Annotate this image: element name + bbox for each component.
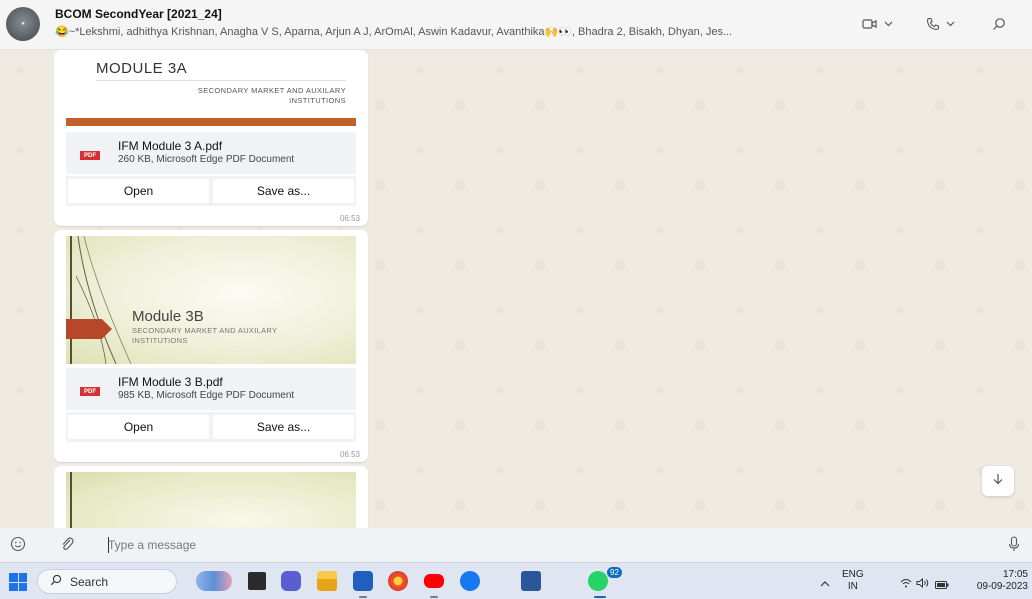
- preview-subtitle: SECONDARY MARKET AND AUXILARY INSTITUTIO…: [132, 326, 278, 345]
- taskbar-search[interactable]: Search: [37, 569, 177, 594]
- scroll-to-bottom-button[interactable]: [982, 466, 1014, 496]
- message-input[interactable]: [100, 531, 970, 559]
- message-time: 06:53: [339, 450, 360, 459]
- preview-line: [70, 472, 72, 532]
- open-button[interactable]: Open: [68, 179, 209, 203]
- preview-title: Module 3B: [132, 308, 204, 325]
- preview-divider: [96, 80, 346, 81]
- document-message[interactable]: MODULE 3A SECONDARY MARKET AND AUXILARY …: [54, 50, 368, 226]
- group-avatar[interactable]: ●: [6, 7, 40, 41]
- document-message[interactable]: Module 3B SECONDARY MARKET AND AUXILARY …: [54, 230, 368, 462]
- preview-line: [70, 236, 72, 364]
- message-composer: [0, 528, 1032, 562]
- message-time: 06:53: [339, 214, 360, 223]
- search-label: Search: [70, 574, 109, 589]
- volume-icon[interactable]: [916, 575, 930, 593]
- save-as-button[interactable]: Save as...: [213, 415, 354, 439]
- task-view-icon[interactable]: [248, 572, 266, 590]
- preview-title: MODULE 3A: [96, 60, 188, 77]
- open-button[interactable]: Open: [68, 415, 209, 439]
- widgets-icon[interactable]: [196, 571, 232, 591]
- file-info[interactable]: PDF IFM Module 3 B.pdf 985 KB, Microsoft…: [66, 368, 356, 410]
- language-indicator[interactable]: ENG IN: [842, 569, 864, 593]
- taskbar: Search 92 ENG IN 17:05 09-09-2023: [0, 562, 1032, 599]
- whatsapp-window: ● BCOM SecondYear [2021_24] 😂~*Lekshmi, …: [0, 0, 1032, 562]
- facebook-icon[interactable]: [460, 571, 480, 591]
- start-button[interactable]: [9, 573, 27, 591]
- chevron-up-icon[interactable]: [820, 575, 830, 593]
- word-icon[interactable]: [521, 571, 541, 591]
- youtube-icon[interactable]: [424, 574, 444, 588]
- file-name: IFM Module 3 B.pdf: [118, 375, 223, 389]
- file-explorer-icon[interactable]: [317, 571, 337, 591]
- document-preview[interactable]: [66, 472, 356, 532]
- clock-time: 17:05: [1002, 569, 1028, 580]
- file-actions: Open Save as...: [66, 412, 356, 442]
- preview-subtitle: SECONDARY MARKET AND AUXILARY INSTITUTIO…: [197, 86, 346, 105]
- emoji-icon[interactable]: [10, 536, 26, 557]
- chat-header[interactable]: ● BCOM SecondYear [2021_24] 😂~*Lekshmi, …: [0, 0, 1032, 50]
- teams-chat-icon[interactable]: [281, 571, 301, 591]
- video-call-icon: [862, 18, 878, 30]
- wifi-icon[interactable]: [900, 575, 912, 593]
- language: ENG: [842, 569, 864, 580]
- file-actions: Open Save as...: [66, 176, 356, 206]
- active-indicator: [430, 596, 438, 598]
- video-call-button[interactable]: [862, 12, 893, 36]
- text-caret: [108, 537, 109, 553]
- store-icon[interactable]: [353, 571, 373, 591]
- save-as-button[interactable]: Save as...: [213, 179, 354, 203]
- document-message[interactable]: [54, 466, 368, 532]
- battery-icon[interactable]: [935, 576, 949, 594]
- clock[interactable]: 17:05 09-09-2023: [958, 569, 1028, 593]
- chrome-icon[interactable]: [388, 571, 408, 591]
- voice-call-button[interactable]: [926, 12, 955, 36]
- notification-badge: 92: [607, 567, 622, 578]
- file-meta: 260 KB, Microsoft Edge PDF Document: [118, 154, 295, 165]
- active-indicator: [359, 596, 367, 598]
- preview-decoration: [76, 236, 132, 364]
- file-info[interactable]: PDF IFM Module 3 A.pdf 260 KB, Microsoft…: [66, 132, 356, 174]
- voice-call-icon: [926, 17, 940, 31]
- chevron-down-icon: [946, 21, 955, 27]
- search-icon: [992, 17, 1006, 31]
- search-icon: [50, 574, 62, 589]
- document-preview[interactable]: MODULE 3A SECONDARY MARKET AND AUXILARY …: [66, 50, 356, 126]
- file-name: IFM Module 3 A.pdf: [118, 139, 223, 153]
- clock-date: 09-09-2023: [976, 581, 1028, 592]
- chat-title[interactable]: BCOM SecondYear [2021_24]: [55, 7, 222, 21]
- chevron-down-icon: [884, 21, 893, 27]
- microphone-icon[interactable]: [1008, 536, 1020, 557]
- search-button[interactable]: [992, 12, 1006, 36]
- pdf-icon: PDF: [80, 151, 100, 160]
- attach-icon[interactable]: [60, 536, 74, 557]
- whatsapp-icon[interactable]: [588, 571, 608, 591]
- file-meta: 985 KB, Microsoft Edge PDF Document: [118, 390, 295, 401]
- region: IN: [847, 581, 858, 592]
- arrow-down-icon: [992, 472, 1004, 490]
- document-preview[interactable]: Module 3B SECONDARY MARKET AND AUXILARY …: [66, 236, 356, 364]
- active-indicator: [594, 596, 606, 598]
- pdf-icon: PDF: [80, 387, 100, 396]
- chat-members[interactable]: 😂~*Lekshmi, adhithya Krishnan, Anagha V …: [55, 25, 850, 38]
